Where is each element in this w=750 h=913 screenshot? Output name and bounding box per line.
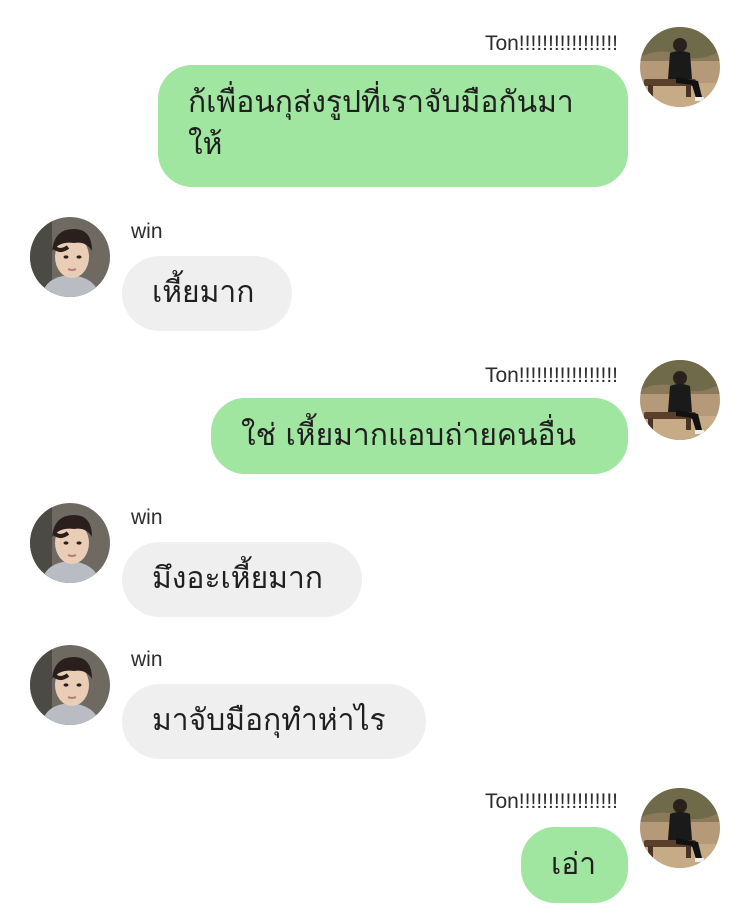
message-bubble[interactable]: มึงอะเหี้ยมาก [122,542,362,617]
sender-name: Ton!!!!!!!!!!!!!!!!! [484,32,618,55]
message-incoming: win เหี้ยมาก [0,200,750,350]
message-outgoing: Ton!!!!!!!!!!!!!!!!! ก้เพื่อนกุส่งรูปที่… [0,0,750,200]
avatar-photo [640,788,720,868]
contact-avatar[interactable] [30,645,110,725]
avatar-photo [30,503,110,583]
sender-name: Ton!!!!!!!!!!!!!!!!! [484,364,618,387]
message-bubble[interactable]: เอ่า [521,827,628,903]
sender-name: win [131,506,163,529]
contact-avatar[interactable] [30,503,110,583]
message-incoming: win มาจับมือกุทำห่าไร [0,630,750,770]
avatar-photo [30,645,110,725]
sender-name: Ton!!!!!!!!!!!!!!!!! [484,790,618,813]
avatar-photo [640,27,720,107]
user-avatar[interactable] [640,27,720,107]
contact-avatar[interactable] [30,217,110,297]
message-outgoing: Ton!!!!!!!!!!!!!!!!! ใช่ เหี้ยมากแอบถ่าย… [0,350,750,490]
user-avatar[interactable] [640,360,720,440]
avatar-photo [30,217,110,297]
message-bubble[interactable]: เหี้ยมาก [122,256,292,331]
message-bubble[interactable]: มาจับมือกุทำห่าไร [122,684,426,759]
avatar-photo [640,360,720,440]
message-outgoing: Ton!!!!!!!!!!!!!!!!! เอ่า [0,770,750,913]
sender-name: win [131,648,163,671]
sender-name: win [131,220,163,243]
message-incoming: win มึงอะเหี้ยมาก [0,490,750,630]
message-bubble[interactable]: ใช่ เหี้ยมากแอบถ่ายคนอื่น [211,398,628,474]
chat-thread[interactable]: Ton!!!!!!!!!!!!!!!!! ก้เพื่อนกุส่งรูปที่… [0,0,750,913]
user-avatar[interactable] [640,788,720,868]
message-bubble[interactable]: ก้เพื่อนกุส่งรูปที่เราจับมือกันมาให้ [158,65,628,187]
